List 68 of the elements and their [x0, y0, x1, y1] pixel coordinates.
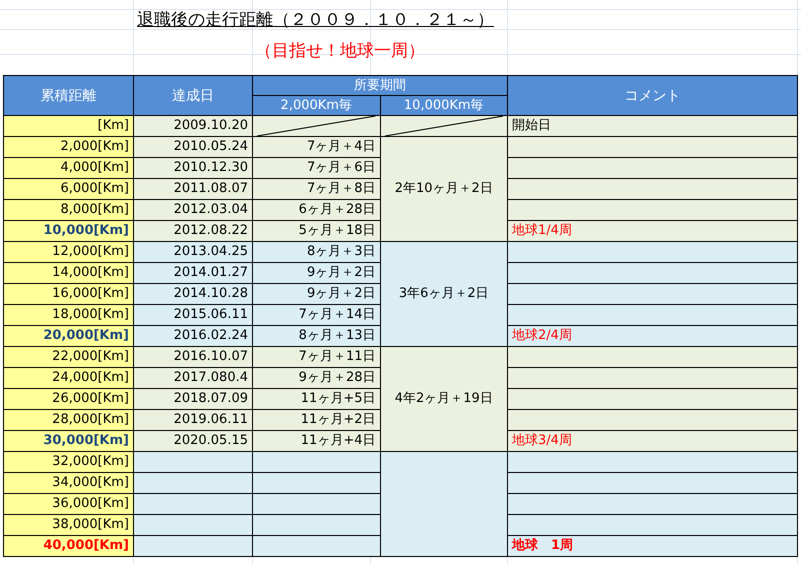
column-header: 累積距離	[4, 76, 134, 116]
table-cell: 地球 1周	[508, 536, 798, 556]
table-cell: 2,000[Km]	[4, 136, 134, 158]
table-cell: 11ヶ月+2日	[252, 410, 380, 430]
table-cell: 2017.080.4	[134, 368, 252, 388]
column-header: 2,000Km毎	[252, 96, 380, 116]
column-header: コメント	[508, 76, 798, 116]
table-cell: 14,000[Km]	[4, 262, 134, 284]
table-cell: 8ヶ月＋13日	[252, 326, 380, 346]
table-cell: 2009.10.20	[134, 116, 252, 136]
table-cell: 2016.02.24	[134, 326, 252, 346]
table-cell: 8ヶ月＋3日	[252, 242, 380, 262]
table-cell: 地球1/4周	[508, 220, 798, 242]
table-cell: 7ヶ月＋8日	[252, 178, 380, 200]
table-cell: 22,000[Km]	[4, 346, 134, 368]
table-cell: 4年2ヶ月＋19日	[380, 346, 508, 452]
table-cell: 20,000[Km]	[4, 326, 134, 346]
table-cell: 8,000[Km]	[4, 200, 134, 220]
table-cell: 5ヶ月＋18日	[252, 220, 380, 242]
table-cell: 18,000[Km]	[4, 304, 134, 326]
table-cell: 2018.07.09	[134, 388, 252, 410]
table-cell: 2013.04.25	[134, 242, 252, 262]
table-cell: 9ヶ月＋2日	[252, 284, 380, 304]
table-cell: 16,000[Km]	[4, 284, 134, 304]
table-cell: 40,000[Km]	[4, 536, 134, 556]
table-cell: 36,000[Km]	[4, 494, 134, 514]
table-cell: 7ヶ月＋6日	[252, 158, 380, 178]
table-cell: 2010.12.30	[134, 158, 252, 178]
table-cell: 2010.05.24	[134, 136, 252, 158]
column-header: 所要期間	[252, 76, 508, 96]
table-cell: 2012.03.04	[134, 200, 252, 220]
table-cell: 7ヶ月＋14日	[252, 304, 380, 326]
table-cell: 11ヶ月+5日	[252, 388, 380, 410]
table-cell: 6ヶ月＋28日	[252, 200, 380, 220]
table-cell: 2012.08.22	[134, 220, 252, 242]
table-cell: 24,000[Km]	[4, 368, 134, 388]
table-cell: 34,000[Km]	[4, 472, 134, 494]
table-cell: 3年6ヶ月＋2日	[380, 242, 508, 346]
table-cell: [Km]	[4, 116, 134, 136]
table-cell: 地球2/4周	[508, 326, 798, 346]
table-cell: 6,000[Km]	[4, 178, 134, 200]
column-header: 10,000Km毎	[380, 96, 508, 116]
table-cell: 2年10ヶ月＋2日	[380, 136, 508, 242]
table-cell: 2011.08.07	[134, 178, 252, 200]
table-cell: 2015.06.11	[134, 304, 252, 326]
table-cell: 38,000[Km]	[4, 514, 134, 536]
table-cell: 32,000[Km]	[4, 452, 134, 472]
table-cell: 10,000[Km]	[4, 220, 134, 242]
sheet-subtitle: （目指せ！地球一周）	[255, 41, 425, 61]
table-cell: 9ヶ月＋2日	[252, 262, 380, 284]
table-cell: 30,000[Km]	[4, 430, 134, 452]
table-cell: 開始日	[508, 116, 798, 136]
column-header: 達成日	[134, 76, 252, 116]
table-cell: 9ヶ月＋28日	[252, 368, 380, 388]
table-cell: 28,000[Km]	[4, 410, 134, 430]
table-cell: 2020.05.15	[134, 430, 252, 452]
table-cell: 4,000[Km]	[4, 158, 134, 178]
table-cell: 7ヶ月＋4日	[252, 136, 380, 158]
table-cell: 2014.01.27	[134, 262, 252, 284]
table-cell: 地球3/4周	[508, 430, 798, 452]
table-cell: 2016.10.07	[134, 346, 252, 368]
table-cell: 12,000[Km]	[4, 242, 134, 262]
table-cell: 11ヶ月+4日	[252, 430, 380, 452]
table-cell: 2014.10.28	[134, 284, 252, 304]
table-cell: 2019.06.11	[134, 410, 252, 430]
table-cell: 26,000[Km]	[4, 388, 134, 410]
sheet-title: 退職後の走行距離（２００９．１０．２１～）	[137, 10, 494, 30]
table-cell: 7ヶ月＋11日	[252, 346, 380, 368]
